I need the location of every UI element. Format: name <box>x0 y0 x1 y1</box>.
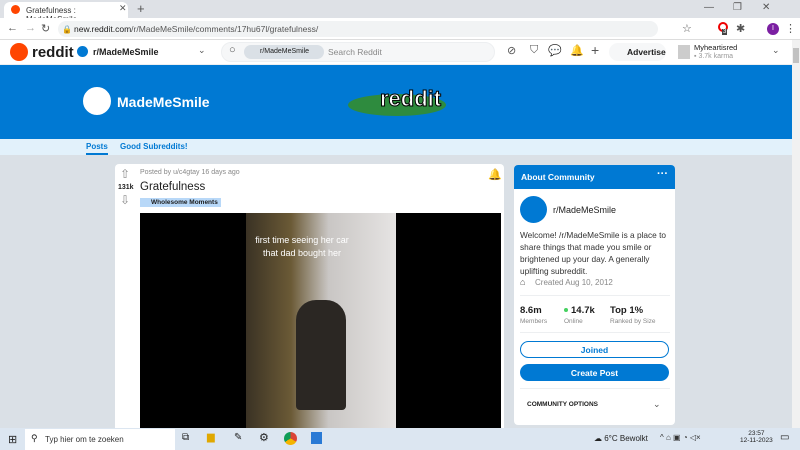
upvote-icon[interactable]: ⇧ <box>120 167 130 181</box>
browser-tab[interactable]: Gratefulness : MadeMeSmile <box>4 2 128 24</box>
chrome-icon[interactable] <box>284 432 297 445</box>
mod-shield-icon[interactable]: ⛉ <box>530 44 538 57</box>
rank-label: Ranked by Size <box>610 318 656 325</box>
extensions-icon[interactable]: ✱ <box>736 22 745 35</box>
options-chevron-icon[interactable]: ⌄ <box>653 399 661 410</box>
vote-count: 131k <box>118 184 134 191</box>
karma: ▪ 3.7k karma <box>694 53 734 60</box>
taskbar-search-icon: ⚲ <box>31 433 38 443</box>
chat-icon[interactable]: 💬 <box>548 44 562 57</box>
weather[interactable]: ☁ 6°C Bewolkt <box>594 434 648 443</box>
forward-icon[interactable]: → <box>25 22 36 34</box>
online-count: 14.7k <box>571 305 595 316</box>
online-dot-icon <box>564 308 568 312</box>
url-field[interactable]: new.reddit.com/r/MadeMeSmile/comments/17… <box>58 21 658 37</box>
divider <box>520 388 670 389</box>
reddit-favicon-icon <box>11 5 20 14</box>
subreddit-icon <box>83 87 111 115</box>
community-switcher[interactable]: r/MadeMeSmile <box>93 47 159 57</box>
created-date: Created Aug 10, 2012 <box>535 278 613 287</box>
close-tab-icon[interactable]: ✕ <box>119 3 127 14</box>
create-post-icon[interactable]: + <box>591 42 599 58</box>
clock[interactable]: 23:57 12-11-2023 <box>740 430 773 444</box>
scrollbar-thumb[interactable] <box>793 48 799 63</box>
advertise-button[interactable]: Advertise <box>609 43 666 61</box>
more-options-icon[interactable]: ··· <box>657 168 668 180</box>
bookmark-star-icon[interactable]: ☆ <box>682 22 692 35</box>
back-icon[interactable]: ← <box>7 22 18 34</box>
file-explorer-icon[interactable]: ▆ <box>207 432 215 443</box>
menu-icon[interactable]: ⋮ <box>785 22 796 35</box>
user-avatar[interactable] <box>678 45 690 59</box>
community-description: Welcome! /r/MadeMeSmile is a place to sh… <box>520 230 667 276</box>
follow-bell-icon[interactable]: 🔔 <box>488 168 502 181</box>
settings-icon[interactable]: ⚙ <box>259 431 269 444</box>
extension-badge: 3 <box>722 29 728 35</box>
divider <box>520 295 670 296</box>
about-header: About Community <box>514 165 675 189</box>
community-avatar <box>520 196 547 223</box>
post-meta[interactable]: Posted by u/c4gtay 16 days ago <box>140 169 240 176</box>
reddit-wordmark[interactable]: reddit <box>32 44 74 61</box>
new-tab-icon[interactable]: + <box>137 1 145 16</box>
reload-icon[interactable]: ↻ <box>41 22 50 35</box>
subreddit-name: MadeMeSmile <box>117 94 210 110</box>
reddit-logo-icon[interactable] <box>10 43 28 61</box>
user-menu-chevron-icon[interactable]: ⌄ <box>772 45 780 56</box>
cake-icon: ⌂ <box>520 277 526 287</box>
notification-bell-icon[interactable]: 🔔 <box>570 44 584 57</box>
chevron-down-icon[interactable]: ⌄ <box>198 45 206 56</box>
maximize-icon[interactable]: ❐ <box>733 2 742 13</box>
video-caption: first time seeing her car that dad bough… <box>255 235 349 258</box>
close-window-icon[interactable]: ✕ <box>762 2 770 13</box>
search-placeholder: Search Reddit <box>328 47 382 57</box>
members-count: 8.6m <box>520 305 542 316</box>
community-name[interactable]: r/MadeMeSmile <box>553 205 616 215</box>
members-label: Members <box>520 318 548 325</box>
popular-icon[interactable]: ⊘ <box>507 44 516 57</box>
app-icon[interactable] <box>311 432 322 444</box>
community-icon <box>77 46 88 57</box>
taskbar-search[interactable]: Typ hier om te zoeken <box>25 429 175 450</box>
tab-good-subreddits[interactable]: Good Subreddits! <box>120 142 188 151</box>
post-title[interactable]: Gratefulness <box>140 181 205 193</box>
windows-start-icon[interactable]: ⊞ <box>8 433 17 446</box>
task-view-icon[interactable]: ⧉ <box>182 432 189 443</box>
system-tray-icons[interactable]: ^ ⌂ ▣ ◔ ◁× <box>660 433 701 442</box>
username[interactable]: Myheartisred <box>694 43 737 52</box>
profile-avatar[interactable]: I <box>767 23 779 35</box>
scrollbar[interactable] <box>792 40 800 428</box>
banner-reddit-logo: reddit <box>379 86 442 112</box>
create-post-button[interactable]: Create Post <box>520 364 669 381</box>
divider <box>520 332 670 333</box>
search-community-chip[interactable]: r/MadeMeSmile <box>244 45 324 59</box>
online-label: Online <box>564 318 583 325</box>
community-options-toggle[interactable]: COMMUNITY OPTIONS <box>527 401 598 408</box>
video-people <box>296 300 346 410</box>
paint-icon[interactable]: ✎ <box>234 432 242 443</box>
post-flair[interactable]: Wholesome Moments <box>140 198 221 207</box>
search-icon: ○ <box>229 44 236 56</box>
joined-button[interactable]: Joined <box>520 341 669 358</box>
rank-value: Top 1% <box>610 305 644 316</box>
minimize-icon[interactable]: — <box>704 2 714 13</box>
tab-posts[interactable]: Posts <box>86 142 108 155</box>
notifications-icon[interactable]: ▭ <box>780 432 789 443</box>
downvote-icon[interactable]: ⇩ <box>120 193 130 207</box>
lock-icon: 🔒 <box>62 25 72 34</box>
